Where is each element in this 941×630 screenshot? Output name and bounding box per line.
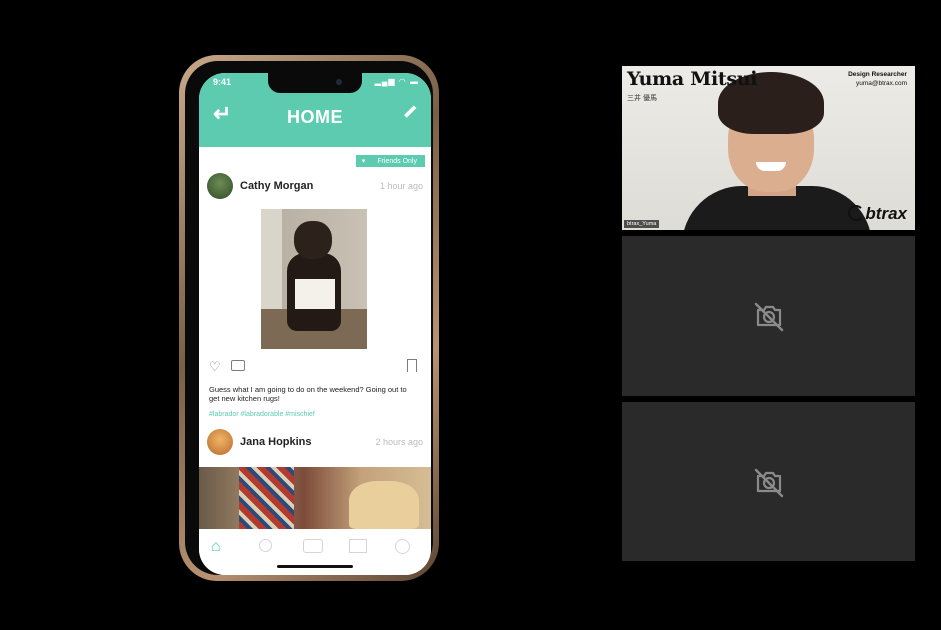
- participant-video-smile: [756, 162, 786, 171]
- profile-tab-icon[interactable]: [395, 539, 410, 554]
- home-indicator: [277, 565, 353, 568]
- participant-name-jp: 三井 優馬: [627, 95, 657, 102]
- post-caption: Guess what I am going to do on the weeke…: [209, 385, 407, 403]
- tab-bar: ⌂: [199, 529, 431, 575]
- privacy-filter-label: Friends Only: [377, 157, 417, 165]
- post-timestamp: 1 hour ago: [379, 181, 423, 191]
- phone-screen: 9:41 ▂▄▆ ◠ ▬ ↵ HOME ━ ▾ Friends Only Cat…: [199, 73, 431, 575]
- post-actions: ♡: [209, 359, 421, 375]
- camera-off-icon: [754, 302, 783, 332]
- participant-role: Design Researcher: [848, 71, 907, 78]
- comment-icon[interactable]: [231, 360, 245, 371]
- brand-logo: btrax: [848, 204, 907, 224]
- camera-tab-icon[interactable]: [303, 539, 323, 553]
- participant-username-tag: btrax_Yuma: [624, 220, 660, 228]
- post-author[interactable]: Cathy Morgan: [240, 180, 313, 192]
- post-timestamp: 2 hours ago: [375, 437, 423, 447]
- post-photo[interactable]: [261, 209, 367, 349]
- phone-bezel: 9:41 ▂▄▆ ◠ ▬ ↵ HOME ━ ▾ Friends Only Cat…: [185, 61, 433, 575]
- status-time: 9:41: [213, 77, 232, 87]
- post-photo[interactable]: [199, 467, 431, 529]
- post-header: Cathy Morgan 1 hour ago: [207, 173, 423, 199]
- bookmark-icon[interactable]: [407, 359, 417, 372]
- messages-tab-icon[interactable]: [349, 539, 367, 553]
- page-title: HOME: [287, 107, 343, 127]
- heart-icon[interactable]: ♡: [209, 359, 221, 375]
- post-author[interactable]: Jana Hopkins: [240, 436, 312, 448]
- status-icons: ▂▄▆ ◠ ▬: [374, 77, 419, 86]
- search-tab-icon[interactable]: [259, 539, 272, 552]
- phone-notch: [268, 73, 362, 93]
- phone-mockup: 9:41 ▂▄▆ ◠ ▬ ↵ HOME ━ ▾ Friends Only Cat…: [179, 55, 439, 581]
- camera-off-icon: [754, 468, 783, 497]
- avatar[interactable]: [207, 173, 233, 199]
- chevron-down-icon: ▾: [361, 158, 366, 165]
- video-tile-participant[interactable]: Yuma Mitsui 三井 優馬 Design Researcher yuma…: [622, 66, 915, 230]
- home-tab-icon[interactable]: ⌂: [211, 539, 229, 555]
- post-header: Jana Hopkins 2 hours ago: [207, 429, 423, 455]
- avatar[interactable]: [207, 429, 233, 455]
- video-tile-empty[interactable]: [622, 402, 915, 561]
- privacy-filter-dropdown[interactable]: ▾ Friends Only: [355, 155, 425, 167]
- participant-email: yuma@btrax.com: [855, 80, 907, 87]
- post-hashtags[interactable]: #labrador #labradorable #mischief: [209, 411, 409, 418]
- video-tile-empty[interactable]: [622, 236, 915, 396]
- participant-name: Yuma Mitsui: [627, 68, 758, 90]
